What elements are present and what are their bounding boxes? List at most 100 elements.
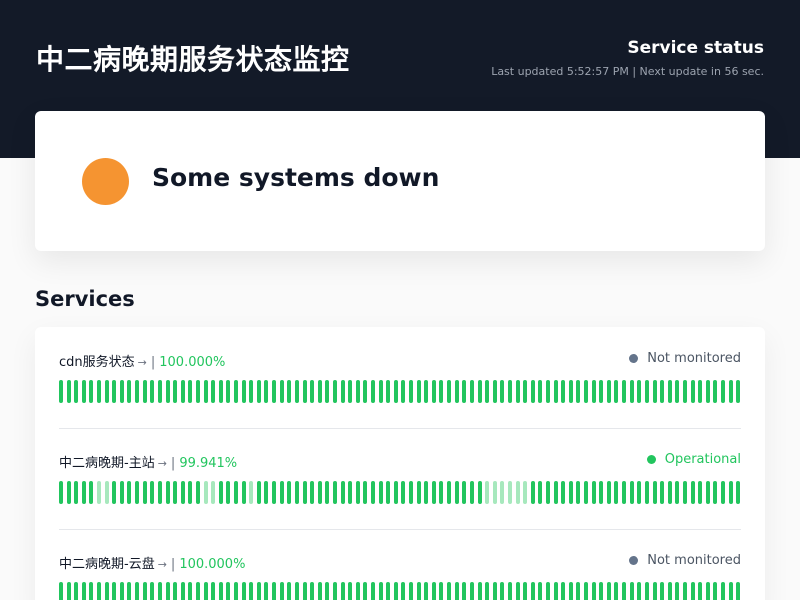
uptime-bar-up[interactable]: [203, 582, 208, 600]
uptime-bar-up[interactable]: [89, 481, 94, 504]
uptime-bar-up[interactable]: [393, 481, 398, 504]
uptime-bar-up[interactable]: [431, 380, 436, 403]
uptime-bar-up[interactable]: [538, 582, 543, 600]
uptime-bar-up[interactable]: [272, 481, 277, 504]
uptime-bar-up[interactable]: [325, 582, 330, 600]
uptime-bar-up[interactable]: [523, 582, 528, 600]
uptime-bar-up[interactable]: [66, 481, 71, 504]
uptime-bar-up[interactable]: [568, 380, 573, 403]
uptime-bar-up[interactable]: [89, 582, 94, 600]
uptime-bar-up[interactable]: [721, 481, 726, 504]
uptime-bar-up[interactable]: [546, 582, 550, 600]
uptime-bar-up[interactable]: [629, 380, 634, 403]
uptime-bar-up[interactable]: [667, 380, 672, 403]
uptime-bar-up[interactable]: [599, 481, 604, 504]
uptime-bar-up[interactable]: [340, 380, 345, 403]
uptime-bar-up[interactable]: [698, 481, 703, 504]
uptime-bar-up[interactable]: [409, 582, 414, 600]
uptime-bar-up[interactable]: [644, 582, 649, 600]
uptime-bar-up[interactable]: [713, 380, 718, 403]
uptime-bar-up[interactable]: [721, 582, 726, 600]
uptime-bar-up[interactable]: [469, 481, 474, 504]
uptime-bar-up[interactable]: [81, 582, 86, 600]
uptime-bar-partial[interactable]: [97, 481, 102, 504]
uptime-bar-up[interactable]: [728, 380, 733, 403]
uptime-bar-up[interactable]: [104, 582, 109, 600]
uptime-bar-up[interactable]: [553, 380, 558, 403]
uptime-bar-partial[interactable]: [492, 481, 497, 504]
uptime-bar-up[interactable]: [530, 582, 535, 600]
uptime-bar-up[interactable]: [416, 380, 421, 403]
uptime-bar-up[interactable]: [355, 481, 360, 504]
uptime-bar-up[interactable]: [249, 582, 254, 600]
uptime-bar-up[interactable]: [591, 582, 596, 600]
uptime-bar-up[interactable]: [507, 380, 512, 403]
uptime-bar-up[interactable]: [66, 380, 71, 403]
uptime-bar-up[interactable]: [682, 380, 687, 403]
uptime-bar-up[interactable]: [81, 481, 86, 504]
uptime-bar-up[interactable]: [614, 380, 619, 403]
uptime-bar-up[interactable]: [644, 380, 649, 403]
uptime-bar-up[interactable]: [294, 481, 299, 504]
uptime-bar-up[interactable]: [165, 380, 170, 403]
uptime-bar-up[interactable]: [462, 582, 467, 600]
uptime-bar-up[interactable]: [477, 582, 482, 600]
uptime-bar-up[interactable]: [439, 582, 444, 600]
uptime-bar-up[interactable]: [272, 582, 277, 600]
uptime-bar-up[interactable]: [218, 380, 223, 403]
uptime-bar-up[interactable]: [644, 481, 649, 504]
uptime-bar-up[interactable]: [173, 380, 178, 403]
uptime-bar-partial[interactable]: [523, 481, 528, 504]
uptime-bar-up[interactable]: [523, 380, 528, 403]
uptime-bar-up[interactable]: [705, 380, 710, 403]
uptime-bar-up[interactable]: [690, 380, 695, 403]
uptime-bar-up[interactable]: [363, 582, 368, 600]
uptime-bar-up[interactable]: [614, 481, 619, 504]
uptime-bar-up[interactable]: [150, 380, 155, 403]
uptime-bar-up[interactable]: [568, 481, 573, 504]
uptime-bar-partial[interactable]: [515, 481, 520, 504]
uptime-bar-up[interactable]: [576, 380, 581, 403]
uptime-bar-up[interactable]: [332, 380, 337, 403]
uptime-bar-up[interactable]: [340, 481, 345, 504]
uptime-bar-up[interactable]: [660, 380, 665, 403]
uptime-bar-up[interactable]: [462, 380, 467, 403]
uptime-bar-up[interactable]: [211, 582, 216, 600]
uptime-bar-up[interactable]: [188, 582, 193, 600]
uptime-bar-up[interactable]: [439, 380, 444, 403]
uptime-bar-up[interactable]: [363, 481, 368, 504]
uptime-bar-up[interactable]: [576, 582, 581, 600]
uptime-bar-up[interactable]: [112, 582, 117, 600]
uptime-bar-up[interactable]: [180, 380, 185, 403]
uptime-bar-up[interactable]: [393, 380, 398, 403]
uptime-bar-up[interactable]: [530, 481, 535, 504]
uptime-bar-up[interactable]: [112, 481, 117, 504]
uptime-bar-up[interactable]: [538, 481, 543, 504]
uptime-bar-up[interactable]: [302, 481, 307, 504]
uptime-bar-up[interactable]: [142, 582, 147, 600]
uptime-bar-up[interactable]: [165, 582, 170, 600]
uptime-bar-up[interactable]: [294, 380, 299, 403]
uptime-bar-up[interactable]: [576, 481, 581, 504]
uptime-bar-up[interactable]: [424, 380, 429, 403]
uptime-bar-up[interactable]: [705, 582, 710, 600]
uptime-bar-up[interactable]: [462, 481, 467, 504]
uptime-bar-up[interactable]: [652, 481, 657, 504]
uptime-bar-up[interactable]: [294, 582, 299, 600]
uptime-bar-up[interactable]: [378, 481, 383, 504]
service-link[interactable]: 中二病晚期-主站: [59, 456, 155, 471]
uptime-bar-up[interactable]: [203, 380, 208, 403]
uptime-bar-up[interactable]: [195, 481, 200, 504]
uptime-bar-up[interactable]: [705, 481, 710, 504]
uptime-bar-up[interactable]: [74, 380, 79, 403]
uptime-bar-up[interactable]: [416, 481, 421, 504]
uptime-bar-up[interactable]: [736, 481, 741, 504]
uptime-bar-up[interactable]: [142, 481, 147, 504]
uptime-bar-up[interactable]: [690, 481, 695, 504]
uptime-bar-partial[interactable]: [104, 481, 109, 504]
arrow-right-icon[interactable]: →: [158, 558, 167, 571]
uptime-bar-up[interactable]: [195, 380, 200, 403]
uptime-bar-up[interactable]: [599, 582, 604, 600]
uptime-bar-up[interactable]: [515, 380, 520, 403]
uptime-bar-up[interactable]: [553, 582, 558, 600]
